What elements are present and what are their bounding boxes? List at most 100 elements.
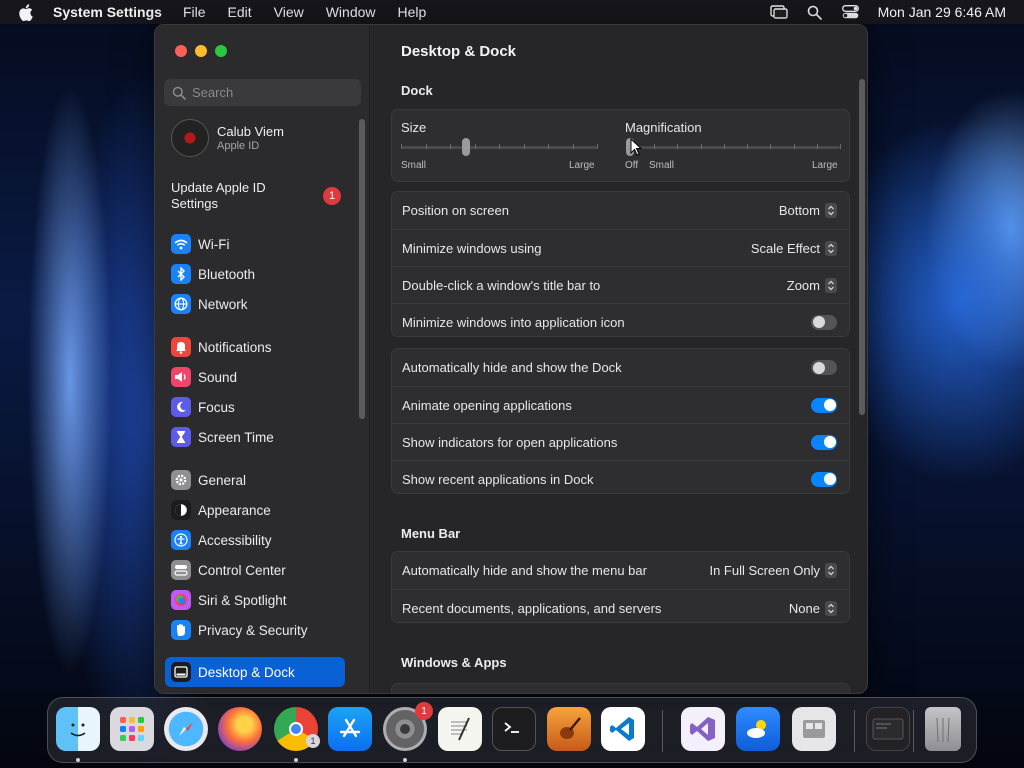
dock-separator — [854, 710, 855, 752]
search-field[interactable]: Search — [164, 79, 361, 106]
spotlight-search-icon[interactable] — [806, 4, 824, 20]
sidebar-item-accessibility[interactable]: Accessibility — [165, 525, 345, 555]
sidebar-item-wi-fi[interactable]: Wi-Fi — [165, 229, 345, 259]
size-slider-thumb[interactable] — [461, 138, 470, 156]
magnification-slider-track[interactable] — [627, 146, 840, 149]
textedit-icon[interactable] — [438, 707, 482, 751]
sidebar-item-desktop-dock[interactable]: Desktop & Dock — [165, 657, 345, 687]
sidebar-item-bluetooth[interactable]: Bluetooth — [165, 259, 345, 289]
setting-label: Position on screen — [402, 203, 509, 218]
close-window-button[interactable] — [175, 45, 187, 57]
visual-studio-icon[interactable] — [681, 707, 725, 751]
slider-tick — [794, 144, 795, 149]
slider-tick — [548, 144, 549, 149]
toggle-knob — [823, 473, 836, 485]
finder-icon[interactable] — [56, 707, 100, 751]
firefox-icon[interactable] — [218, 707, 262, 751]
running-indicator — [294, 758, 298, 762]
sidebar-item-label: Bluetooth — [198, 266, 256, 282]
setting-row: Animate opening applications — [392, 386, 849, 423]
setting-label: Automatically hide and show the Dock — [402, 360, 622, 375]
popup-button[interactable]: In Full Screen Only — [709, 563, 837, 578]
gear-icon — [171, 470, 191, 490]
sidebar-item-control-center[interactable]: Control Center — [165, 555, 345, 585]
sidebar-scrollbar[interactable] — [359, 119, 365, 419]
magnification-min-label: Small — [649, 160, 675, 171]
search-icon — [172, 86, 186, 100]
setting-label: Show recent applications in Dock — [402, 471, 594, 487]
toggle-switch[interactable] — [811, 314, 837, 330]
update-label: Update Apple ID Settings — [171, 180, 266, 211]
toggle-switch[interactable] — [811, 360, 837, 375]
sidebar-item-focus[interactable]: Focus — [165, 392, 345, 422]
menu-bar-group: Automatically hide and show the menu bar… — [391, 551, 850, 623]
dock-behavior-group: Automatically hide and show the Dock Anim… — [391, 348, 850, 494]
update-apple-id-settings[interactable]: Update Apple ID Settings 1 — [171, 180, 341, 212]
content-scrollbar[interactable] — [859, 79, 865, 415]
menu-view[interactable]: View — [274, 4, 304, 20]
appearance-icon — [171, 500, 191, 520]
sidebar-item-network[interactable]: Network — [165, 289, 345, 319]
sidebar-item-label: Accessibility — [198, 532, 272, 548]
garageband-icon[interactable] — [547, 707, 591, 751]
popup-button[interactable]: None — [788, 600, 837, 616]
boot-camp-icon[interactable] — [792, 707, 836, 751]
mouse-pointer-icon — [630, 138, 642, 156]
sidebar-item-label: Wi-Fi — [198, 236, 230, 252]
popup-value: Scale Effect — [750, 240, 820, 256]
menu-edit[interactable]: Edit — [228, 4, 252, 20]
apple-menu-icon[interactable] — [18, 3, 34, 21]
vscode-icon[interactable] — [601, 707, 645, 751]
sidebar-item-notifications[interactable]: Notifications — [165, 332, 345, 362]
sidebar-item-siri-spotlight[interactable]: Siri & Spotlight — [165, 585, 345, 615]
screen-mirroring-icon[interactable] — [769, 4, 788, 20]
zoom-window-button[interactable] — [215, 45, 227, 57]
magnification-label: Magnification — [625, 120, 702, 135]
slider-tick — [747, 144, 748, 149]
toggle-switch[interactable] — [811, 397, 837, 413]
sidebar-item-screen-time[interactable]: Screen Time — [165, 422, 345, 452]
toggle-knob — [812, 361, 825, 374]
menu-file[interactable]: File — [183, 4, 206, 20]
setting-label: Minimize windows into application icon — [402, 314, 625, 330]
setting-label: Animate opening applications — [402, 397, 572, 413]
sidebar-item-appearance[interactable]: Appearance — [165, 495, 345, 525]
toggle-knob — [823, 399, 836, 411]
trash-icon[interactable] — [925, 707, 961, 751]
slider-tick — [401, 144, 402, 149]
apple-id-account[interactable]: Calub Viem Apple ID — [171, 119, 284, 157]
setting-row: Show indicators for open applications — [392, 423, 849, 460]
moon-icon — [171, 397, 191, 417]
sidebar-item-sound[interactable]: Sound — [165, 362, 345, 392]
popup-value: None — [788, 600, 820, 616]
sidebar-item-label: Sound — [198, 369, 238, 385]
menu-clock[interactable]: Mon Jan 29 6:46 AM — [878, 4, 1006, 20]
app-store-icon[interactable] — [328, 707, 372, 751]
setting-row: Minimize windows into application icon — [392, 303, 849, 340]
siri-icon — [171, 590, 191, 610]
menu-window[interactable]: Window — [326, 4, 376, 20]
popup-button[interactable]: Zoom — [787, 277, 837, 293]
safari-icon[interactable] — [164, 707, 208, 751]
setting-label: Double-click a window's title bar to — [402, 277, 601, 293]
slider-tick — [817, 144, 818, 149]
launchpad-icon[interactable] — [110, 707, 154, 751]
popup-button[interactable]: Bottom — [779, 203, 837, 218]
toggle-switch[interactable] — [811, 434, 837, 450]
chevron-up-down-icon — [825, 600, 837, 616]
toggle-switch[interactable] — [811, 471, 837, 487]
slider-tick — [770, 144, 771, 149]
sidebar-item-general[interactable]: General — [165, 465, 345, 495]
size-label: Size — [401, 120, 427, 135]
weather-icon[interactable] — [736, 707, 780, 751]
popup-button[interactable]: Scale Effect — [750, 240, 837, 256]
menu-app-name[interactable]: System Settings — [53, 4, 162, 20]
minimize-window-button[interactable] — [195, 45, 207, 57]
menu-help[interactable]: Help — [398, 4, 427, 20]
sidebar-item-privacy-security[interactable]: Privacy & Security — [165, 615, 345, 645]
sidebar-item-label: Screen Time — [198, 429, 274, 445]
terminal-icon[interactable] — [492, 707, 536, 751]
control-center-icon[interactable] — [842, 4, 860, 20]
setting-row: Automatically hide and show the menu bar… — [392, 552, 849, 589]
recent-window-icon[interactable] — [866, 707, 910, 751]
